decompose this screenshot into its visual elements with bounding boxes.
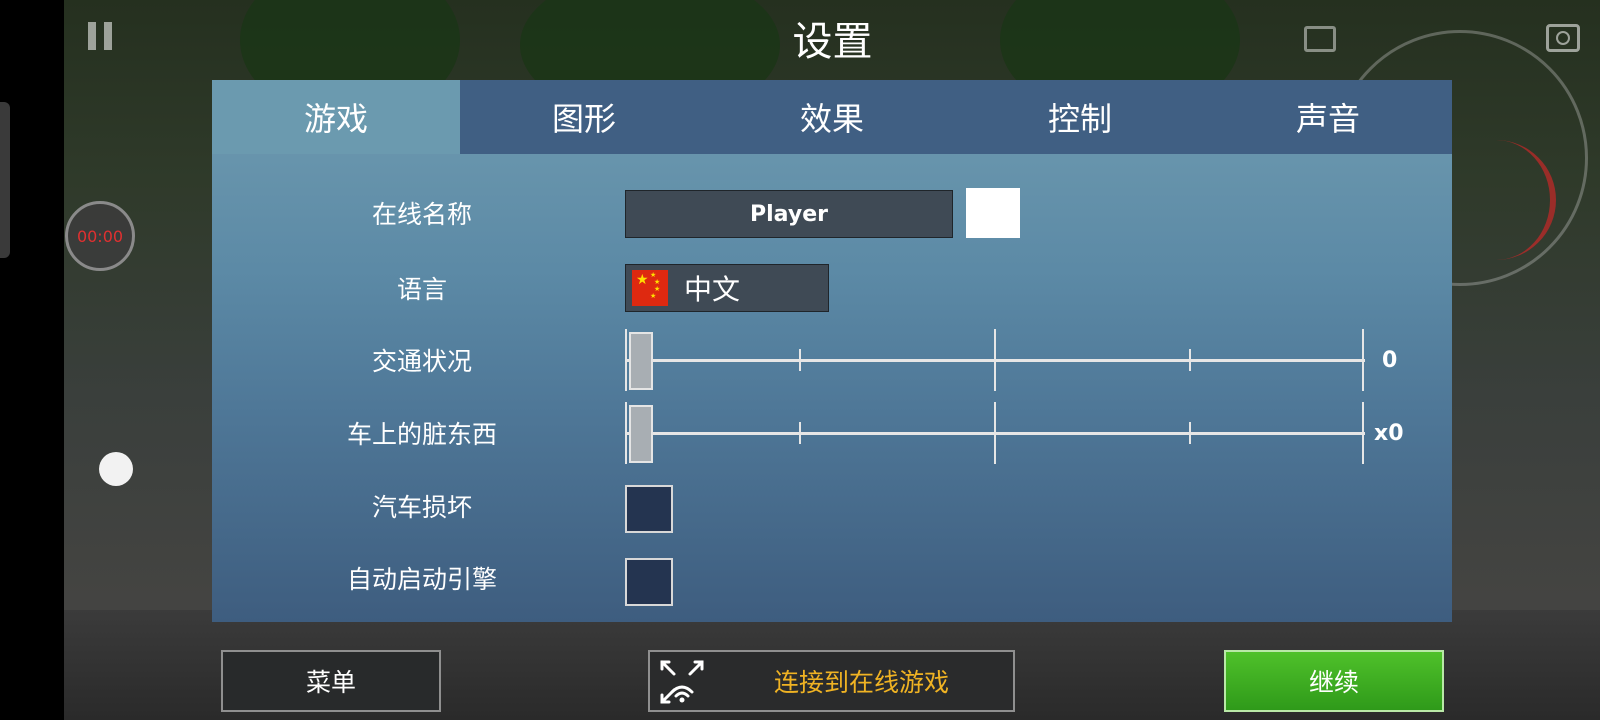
china-flag-icon: ★ ★ ★ ★ ★ (632, 270, 668, 306)
auto-start-engine-checkbox[interactable] (625, 558, 673, 606)
traffic-value: 0 (1382, 348, 1398, 373)
online-name-field[interactable]: Player (625, 190, 953, 238)
car-dirt-label: 车上的脏东西 (346, 420, 497, 449)
car-dirt-value: x0 (1374, 421, 1404, 446)
slider-track (625, 359, 1365, 362)
traffic-slider[interactable] (625, 329, 1365, 395)
car-damage-checkbox[interactable] (625, 485, 673, 533)
auto-start-engine-label: 自动启动引擎 (346, 565, 497, 594)
slider-track (625, 432, 1365, 435)
slider-thumb[interactable] (629, 332, 653, 390)
language-select[interactable]: ★ ★ ★ ★ ★ 中文 (625, 264, 829, 312)
slider-thumb[interactable] (629, 405, 653, 463)
language-value: 中文 (684, 273, 741, 306)
menu-button[interactable]: 菜单 (221, 650, 441, 712)
page-title: 设置 (792, 19, 873, 65)
car-damage-label: 汽车损坏 (371, 493, 472, 522)
settings-panel: 游戏 图形 效果 控制 声音 在线名称 Player 语言 ★ ★ ★ ★ ★ 中文 交… (212, 80, 1452, 622)
tab-effects[interactable]: 效果 (708, 80, 956, 154)
menu-button-label: 菜单 (305, 668, 356, 697)
tab-game[interactable]: 游戏 (212, 80, 460, 154)
continue-button-label: 继续 (1308, 668, 1359, 697)
name-color-swatch[interactable] (966, 188, 1020, 238)
online-wifi-icon (660, 660, 704, 704)
record-button[interactable] (99, 452, 133, 486)
connect-online-label: 连接到在线游戏 (773, 668, 949, 697)
screen-left-edge (0, 0, 64, 720)
tab-controls[interactable]: 控制 (956, 80, 1204, 154)
language-label: 语言 (396, 275, 447, 304)
connect-online-button[interactable]: 连接到在线游戏 (648, 650, 1015, 712)
side-drawer-handle[interactable] (0, 102, 10, 258)
tab-graphics[interactable]: 图形 (460, 80, 708, 154)
timer-text: 00:00 (76, 226, 124, 246)
tab-sound[interactable]: 声音 (1204, 80, 1452, 154)
online-name-label: 在线名称 (371, 200, 472, 229)
settings-tabs: 游戏 图形 效果 控制 声音 (212, 80, 1452, 154)
continue-button[interactable]: 继续 (1224, 650, 1444, 712)
record-timer[interactable]: 00:00 (65, 201, 135, 271)
car-dirt-slider[interactable] (625, 402, 1365, 468)
traffic-label: 交通状况 (371, 347, 472, 376)
